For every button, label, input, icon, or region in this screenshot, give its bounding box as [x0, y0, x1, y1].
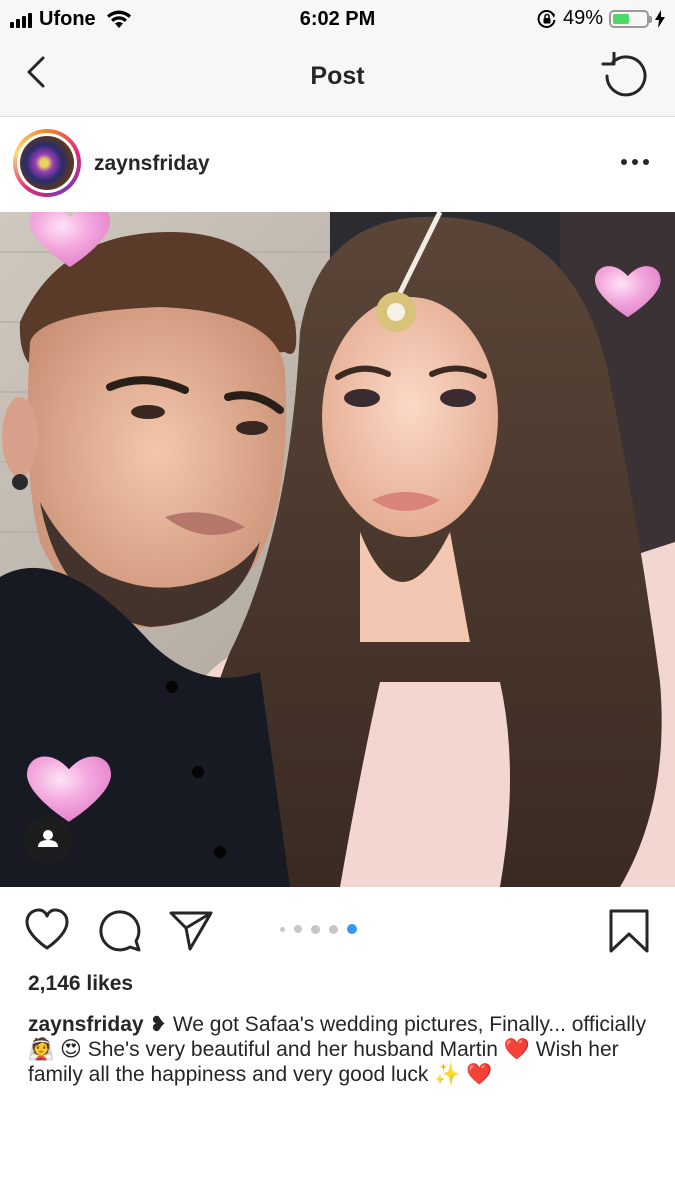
carousel-dot	[311, 924, 320, 934]
refresh-icon[interactable]	[601, 52, 651, 98]
navigation-bar: Post	[0, 38, 675, 117]
comment-icon[interactable]	[97, 908, 143, 954]
battery-level	[613, 13, 629, 24]
charging-bolt-icon	[655, 9, 665, 28]
rotation-lock-icon	[537, 9, 556, 28]
page-title: Post	[310, 62, 365, 90]
avatar-image	[20, 136, 74, 190]
avatar[interactable]	[13, 129, 81, 197]
status-bar: Ufone 6:02 PM 49%	[0, 0, 675, 38]
carousel-dot-active	[347, 924, 357, 934]
user-icon	[38, 830, 58, 847]
battery-percent: 49%	[562, 7, 603, 29]
status-right: 49%	[537, 7, 665, 30]
photo-illustration	[0, 212, 675, 887]
tagged-users-button[interactable]	[24, 816, 72, 864]
post-caption: zaynsfriday ❥ We got Safaa's wedding pic…	[28, 1012, 648, 1087]
share-icon[interactable]	[168, 908, 214, 954]
post-photo[interactable]	[0, 212, 675, 887]
carousel-dot	[280, 926, 285, 932]
carousel-dot	[329, 924, 338, 934]
post-actions	[0, 888, 675, 968]
bookmark-icon[interactable]	[606, 908, 652, 954]
carousel-dot	[294, 925, 302, 933]
likes-count[interactable]: 2,146 likes	[28, 972, 133, 996]
carousel-indicator	[280, 924, 357, 934]
post-username[interactable]: zaynsfriday	[94, 152, 210, 176]
heart-icon[interactable]	[24, 908, 70, 954]
battery-icon	[609, 9, 652, 28]
more-horizontal-icon[interactable]	[621, 159, 649, 165]
caption-username[interactable]: zaynsfriday	[28, 1013, 144, 1036]
post-header: zaynsfriday	[0, 117, 675, 212]
